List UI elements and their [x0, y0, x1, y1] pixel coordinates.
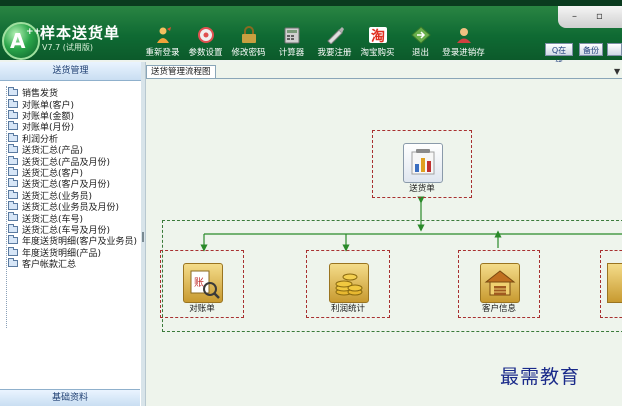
app-logo: A ++ [2, 22, 42, 60]
login-inventory-button[interactable]: 登录进销存 [442, 20, 485, 58]
folder-icon [8, 166, 18, 176]
partial-node-icon [607, 263, 622, 303]
taobao-buy-button[interactable]: 淘 淘宝购买 [357, 20, 398, 58]
tree-item-label: 客户帐款汇总 [22, 260, 77, 271]
svg-text:淘: 淘 [371, 28, 385, 44]
panel-header[interactable]: 送货管理 [0, 62, 141, 81]
app-version: V7.7 (试用版) [42, 43, 93, 52]
left-nav-panel: 送货管理 销售发货 对账单(客户) 对账单(金额) 对账单(月份) 利润分析 送… [0, 62, 142, 406]
settings-icon [196, 26, 216, 44]
node-statement[interactable]: 账 对账单 [160, 250, 244, 318]
coins-icon [329, 263, 369, 303]
title-banner: A ++ 样本送货单 V7.7 (试用版) 重新登录 参数设置 修改密码 计算器… [0, 0, 622, 68]
minimize-icon[interactable]: – [572, 11, 577, 22]
folder-icon [8, 235, 18, 245]
folder-icon [8, 98, 18, 108]
nav-tree: 销售发货 对账单(客户) 对账单(金额) 对账单(月份) 利润分析 送货汇总(产… [0, 81, 141, 271]
folder-icon [8, 178, 18, 188]
login-inventory-icon [454, 26, 474, 44]
node-profit-stats[interactable]: 利润统计 [306, 250, 390, 318]
register-label: 我要注册 [317, 48, 352, 58]
node-delivery-label: 送货单 [409, 184, 435, 194]
folder-icon [8, 121, 18, 131]
calculator-icon [282, 26, 302, 44]
calculator-label: 计算器 [278, 48, 305, 58]
folder-icon [8, 258, 18, 268]
more-button[interactable] [607, 43, 622, 56]
exit-icon [410, 26, 431, 44]
backup-button[interactable]: 备份 [579, 43, 603, 56]
password-label: 修改密码 [231, 48, 266, 58]
window-controls: – ▫ [558, 6, 622, 28]
register-icon [325, 26, 345, 45]
node-customer-info[interactable]: 客户信息 [458, 250, 540, 318]
exit-button[interactable]: 退出 [400, 20, 441, 58]
settings-label: 参数设置 [188, 48, 223, 58]
logo-plus: ++ [26, 27, 42, 37]
relogin-icon [153, 26, 173, 44]
relogin-label: 重新登录 [145, 48, 180, 58]
folder-icon [8, 189, 18, 199]
node-profit-label: 利润统计 [330, 304, 365, 314]
calculator-button[interactable]: 计算器 [271, 20, 312, 58]
node-delivery-note[interactable]: 送货单 [372, 130, 472, 198]
chart-icon [403, 143, 443, 183]
svg-text:账: 账 [194, 277, 204, 289]
top-strip [0, 0, 622, 6]
settings-button[interactable]: 参数设置 [185, 20, 226, 58]
statement-icon: 账 [183, 263, 223, 303]
folder-icon [8, 109, 18, 119]
node-partial-right[interactable] [600, 250, 622, 318]
folder-icon [8, 201, 18, 211]
customer-icon [480, 263, 520, 303]
qq-online-button[interactable]: Q在线 [545, 43, 573, 68]
folder-icon [8, 132, 18, 142]
change-password-button[interactable]: 修改密码 [228, 20, 269, 58]
folder-icon [8, 155, 18, 165]
taobao-icon: 淘 [368, 26, 388, 45]
app-title: 样本送货单 [40, 24, 121, 42]
folder-icon [8, 223, 18, 233]
folder-icon [8, 246, 18, 256]
main-content: 送货管理流程图 ▼ 送货单 账 对账单 利润统计 客户信息 [146, 62, 622, 406]
taobao-label: 淘宝购买 [360, 48, 395, 58]
register-button[interactable]: 我要注册 [314, 20, 355, 58]
node-statement-label: 对账单 [189, 304, 215, 314]
tree-item-customer-account-summary[interactable]: 客户帐款汇总 [8, 258, 141, 271]
node-customer-label: 客户信息 [481, 304, 516, 314]
folder-icon [8, 212, 18, 222]
logo-letter: A [10, 29, 26, 53]
restore-icon[interactable]: ▫ [596, 11, 603, 22]
exit-label: 退出 [411, 48, 429, 58]
folder-icon [8, 87, 18, 97]
folder-icon [8, 144, 18, 154]
password-icon [239, 26, 259, 44]
login-inventory-label: 登录进销存 [442, 48, 485, 58]
relogin-button[interactable]: 重新登录 [142, 20, 183, 58]
watermark: 最需教育 [500, 366, 581, 388]
basic-data-panel-header[interactable]: 基础资料 [0, 389, 140, 406]
main-toolbar: 重新登录 参数设置 修改密码 计算器 我要注册 淘 淘宝购买 退出 登录进销存 [142, 20, 486, 58]
